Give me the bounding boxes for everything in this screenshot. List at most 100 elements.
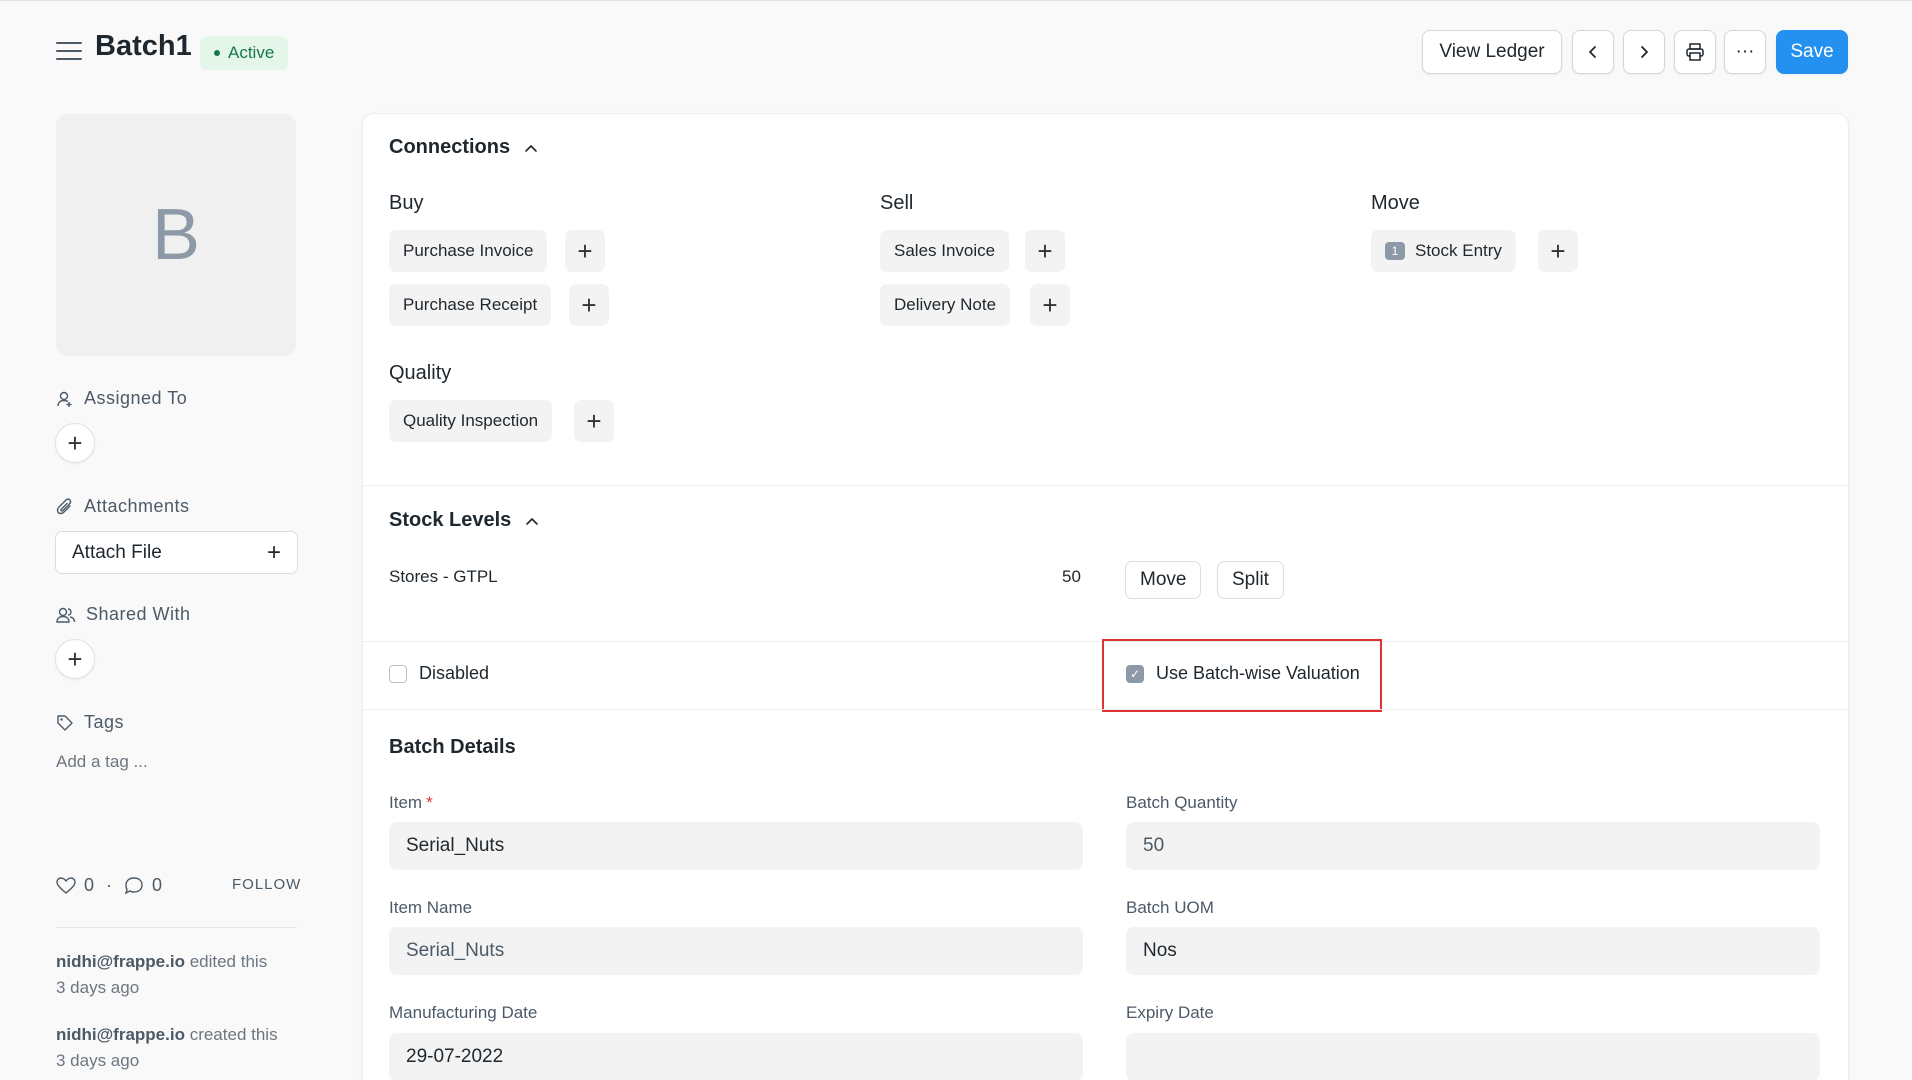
sales-invoice-link[interactable]: Sales Invoice [880, 230, 1010, 272]
split-button[interactable]: Split [1217, 561, 1284, 599]
shared-with-text: Shared With [86, 604, 191, 624]
add-purchase-receipt-button[interactable]: + [569, 284, 609, 326]
expiry-date-label: Expiry Date [1126, 1003, 1214, 1022]
activity-user[interactable]: nidhi@frappe.io [56, 952, 185, 971]
activity-user[interactable]: nidhi@frappe.io [56, 1025, 185, 1044]
sidebar-divider [56, 927, 297, 928]
item-name-label: Item Name [389, 898, 473, 917]
add-sales-invoice-button[interactable]: + [1025, 230, 1065, 272]
users-icon [56, 607, 76, 623]
purchase-invoice-link[interactable]: Purchase Invoice [389, 230, 548, 272]
chevron-up-icon [525, 144, 537, 152]
stock-entry-text: Stock Entry [1415, 241, 1502, 260]
activity-action: created this [184, 1025, 278, 1044]
add-stock-entry-button[interactable]: + [1538, 230, 1578, 272]
activity-time: 3 days ago [56, 1051, 140, 1070]
connections-title: Connections [389, 136, 511, 158]
user-icon [57, 391, 72, 407]
add-purchase-invoice-button[interactable]: + [565, 230, 605, 272]
chevron-left-icon [1589, 46, 1596, 58]
save-button[interactable]: Save [1776, 30, 1848, 74]
tags-label: Tags [56, 712, 124, 733]
batch-uom-input[interactable]: Nos [1126, 927, 1820, 975]
highlight-box [1102, 639, 1382, 712]
plus-icon: + [1042, 289, 1058, 320]
manufacturing-date-input[interactable]: 29-07-2022 [389, 1033, 1083, 1080]
section-divider [362, 709, 1849, 710]
previous-button[interactable] [1572, 30, 1614, 74]
purchase-receipt-link[interactable]: Purchase Receipt [389, 284, 552, 326]
item-name-field: Serial_Nuts [389, 927, 1083, 975]
plus-icon: + [67, 643, 83, 674]
tag-icon [57, 714, 73, 731]
expiry-date-input[interactable] [1126, 1033, 1820, 1080]
warehouse-qty: 50 [1062, 567, 1081, 586]
item-label-text: Item [389, 793, 423, 812]
top-border [0, 0, 1912, 1]
status-badge: Active [200, 36, 289, 70]
quality-group-label: Quality [389, 362, 452, 384]
delivery-note-link[interactable]: Delivery Note [880, 284, 1011, 326]
attachments-text: Attachments [84, 496, 190, 516]
move-group-label: Move [1371, 192, 1420, 214]
section-divider [362, 485, 1849, 486]
heart-icon[interactable] [56, 876, 76, 895]
print-button[interactable] [1674, 30, 1716, 74]
hamburger-menu-icon[interactable] [56, 42, 82, 62]
plus-icon: + [67, 427, 83, 458]
disabled-label: Disabled [419, 663, 490, 683]
quality-inspection-link[interactable]: Quality Inspection [389, 400, 553, 442]
assigned-to-label: Assigned To [56, 388, 187, 409]
manufacturing-date-label: Manufacturing Date [389, 1003, 538, 1022]
plus-icon: + [266, 538, 281, 566]
follow-button[interactable]: FOLLOW [232, 876, 301, 893]
more-options-button[interactable]: ··· [1724, 30, 1766, 74]
plus-icon: + [1550, 235, 1566, 266]
attachments-label: Attachments [56, 496, 190, 517]
paperclip-icon [56, 497, 72, 514]
status-dot-icon [214, 50, 220, 56]
stock-levels-section-header[interactable]: Stock Levels [389, 509, 539, 532]
chevron-up-icon [526, 517, 539, 525]
tags-text: Tags [84, 712, 125, 732]
next-button[interactable] [1623, 30, 1665, 74]
count-badge: 1 [1385, 242, 1405, 260]
printer-icon [1686, 43, 1704, 61]
stock-entry-link[interactable]: 1 Stock Entry [1371, 230, 1516, 272]
activity-item: nidhi@frappe.io created this 3 days ago [56, 1022, 278, 1074]
batch-uom-label: Batch UOM [1126, 898, 1214, 917]
avatar: B [56, 114, 296, 356]
add-delivery-note-button[interactable]: + [1030, 284, 1070, 326]
plus-icon: + [577, 235, 593, 266]
move-button[interactable]: Move [1125, 561, 1202, 599]
batch-quantity-field: 50 [1126, 822, 1820, 870]
activity-item: nidhi@frappe.io edited this 3 days ago [56, 949, 267, 1001]
attach-file-button[interactable]: Attach File + [55, 531, 298, 574]
add-assignee-button[interactable]: + [55, 423, 95, 463]
add-quality-inspection-button[interactable]: + [574, 400, 614, 442]
warehouse-name[interactable]: Stores - GTPL [389, 567, 498, 587]
plus-icon: + [1037, 235, 1053, 266]
stock-levels-title: Stock Levels [389, 509, 512, 531]
status-text: Active [228, 43, 275, 62]
plus-icon: + [581, 289, 597, 320]
activity-time: 3 days ago [56, 978, 140, 997]
comment-count: 0 [152, 875, 163, 895]
attach-file-text: Attach File [72, 541, 162, 563]
activity-action: edited this [184, 952, 268, 971]
disabled-checkbox-row[interactable]: Disabled [389, 663, 489, 684]
page-title: Batch1 [95, 30, 192, 62]
chevron-right-icon [1641, 46, 1648, 58]
separator-dot: · [106, 875, 113, 895]
batch-details-title: Batch Details [389, 736, 516, 758]
comment-icon[interactable] [124, 876, 144, 895]
item-input[interactable]: Serial_Nuts [389, 822, 1083, 870]
add-share-button[interactable]: + [55, 639, 95, 679]
view-ledger-button[interactable]: View Ledger [1422, 30, 1562, 74]
sell-group-label: Sell [880, 192, 914, 214]
connections-section-header[interactable]: Connections [389, 136, 538, 159]
disabled-checkbox[interactable] [389, 664, 407, 683]
buy-group-label: Buy [389, 192, 424, 214]
add-tag-link[interactable]: Add a tag ... [56, 752, 148, 772]
plus-icon: + [586, 405, 602, 436]
